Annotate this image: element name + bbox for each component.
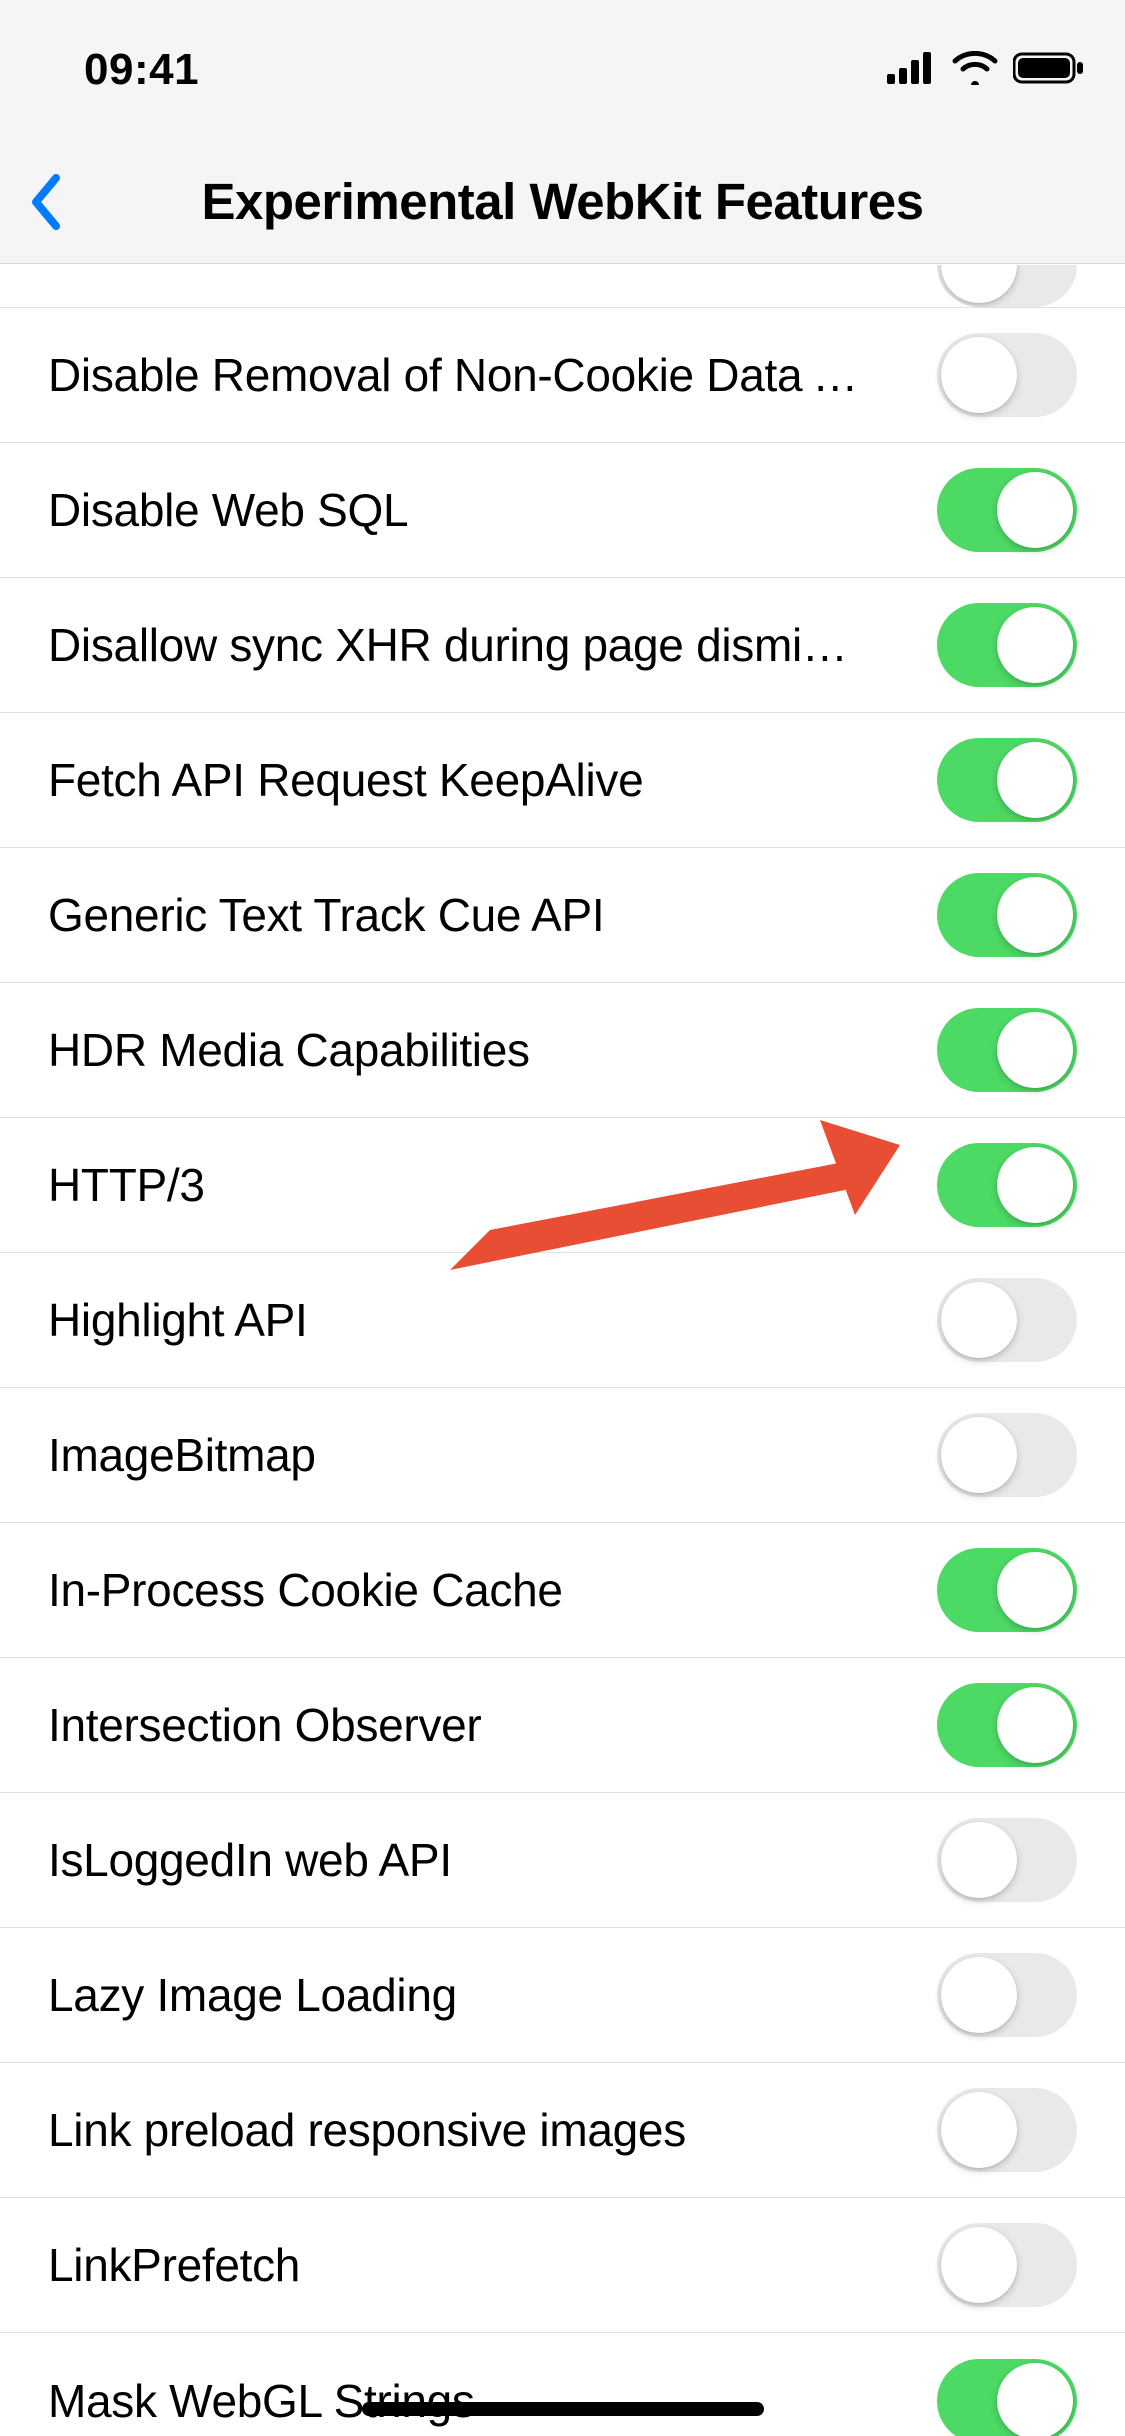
home-indicator[interactable] <box>362 2402 764 2416</box>
toggle-switch[interactable] <box>937 1953 1077 2037</box>
navigation-bar: Experimental WebKit Features <box>0 140 1125 264</box>
toggle-switch[interactable] <box>937 265 1077 307</box>
settings-row[interactable]: HTTP/3 <box>0 1118 1125 1253</box>
settings-row[interactable]: LinkPrefetch <box>0 2198 1125 2333</box>
settings-row[interactable]: Highlight API <box>0 1253 1125 1388</box>
settings-row[interactable]: Disable Removal of Non-Cookie Data Afte.… <box>0 308 1125 443</box>
status-bar: 09:41 <box>0 0 1125 140</box>
row-label: Disallow sync XHR during page dismissal <box>48 618 868 672</box>
toggle-switch[interactable] <box>937 873 1077 957</box>
back-button[interactable] <box>20 162 70 242</box>
toggle-switch[interactable] <box>937 468 1077 552</box>
settings-row[interactable]: IsLoggedIn web API <box>0 1793 1125 1928</box>
toggle-switch[interactable] <box>937 2223 1077 2307</box>
row-label: LinkPrefetch <box>48 2238 300 2292</box>
settings-list: Disable Removal of Non-Cookie Data Afte.… <box>0 264 1125 2436</box>
toggle-switch[interactable] <box>937 1548 1077 1632</box>
row-label: Disable Web SQL <box>48 483 408 537</box>
row-label: IsLoggedIn web API <box>48 1833 452 1887</box>
toggle-switch[interactable] <box>937 1413 1077 1497</box>
toggle-switch[interactable] <box>937 2359 1077 2436</box>
wifi-icon <box>951 51 999 90</box>
cellular-icon <box>887 52 937 89</box>
settings-row[interactable]: In-Process Cookie Cache <box>0 1523 1125 1658</box>
status-time: 09:41 <box>84 45 199 95</box>
toggle-switch[interactable] <box>937 1818 1077 1902</box>
row-label: Intersection Observer <box>48 1698 481 1752</box>
toggle-switch[interactable] <box>937 603 1077 687</box>
row-label: Mask WebGL Strings <box>48 2374 475 2428</box>
row-label: Highlight API <box>48 1293 307 1347</box>
toggle-switch[interactable] <box>937 333 1077 417</box>
toggle-switch[interactable] <box>937 738 1077 822</box>
settings-row[interactable]: ImageBitmap <box>0 1388 1125 1523</box>
settings-row[interactable]: Generic Text Track Cue API <box>0 848 1125 983</box>
chevron-left-icon <box>28 172 62 232</box>
status-indicators <box>887 51 1085 90</box>
toggle-switch[interactable] <box>937 1008 1077 1092</box>
row-label: Disable Removal of Non-Cookie Data Afte.… <box>48 348 868 402</box>
row-label: Fetch API Request KeepAlive <box>48 753 643 807</box>
settings-row-partial <box>0 264 1125 308</box>
toggle-switch[interactable] <box>937 2088 1077 2172</box>
settings-row[interactable]: Disallow sync XHR during page dismissal <box>0 578 1125 713</box>
settings-row[interactable]: Lazy Image Loading <box>0 1928 1125 2063</box>
settings-row[interactable]: HDR Media Capabilities <box>0 983 1125 1118</box>
row-label: HTTP/3 <box>48 1158 205 1212</box>
settings-row[interactable]: Intersection Observer <box>0 1658 1125 1793</box>
row-label: In-Process Cookie Cache <box>48 1563 563 1617</box>
toggle-switch[interactable] <box>937 1143 1077 1227</box>
settings-row[interactable]: Fetch API Request KeepAlive <box>0 713 1125 848</box>
row-label: HDR Media Capabilities <box>48 1023 530 1077</box>
toggle-switch[interactable] <box>937 1683 1077 1767</box>
battery-icon <box>1013 52 1085 89</box>
row-label: ImageBitmap <box>48 1428 316 1482</box>
page-title: Experimental WebKit Features <box>0 172 1125 231</box>
row-label: Link preload responsive images <box>48 2103 686 2157</box>
toggle-switch[interactable] <box>937 1278 1077 1362</box>
settings-row[interactable]: Link preload responsive images <box>0 2063 1125 2198</box>
row-label: Generic Text Track Cue API <box>48 888 604 942</box>
row-label: Lazy Image Loading <box>48 1968 457 2022</box>
settings-row[interactable]: Disable Web SQL <box>0 443 1125 578</box>
settings-row[interactable]: Mask WebGL Strings <box>0 2333 1125 2436</box>
